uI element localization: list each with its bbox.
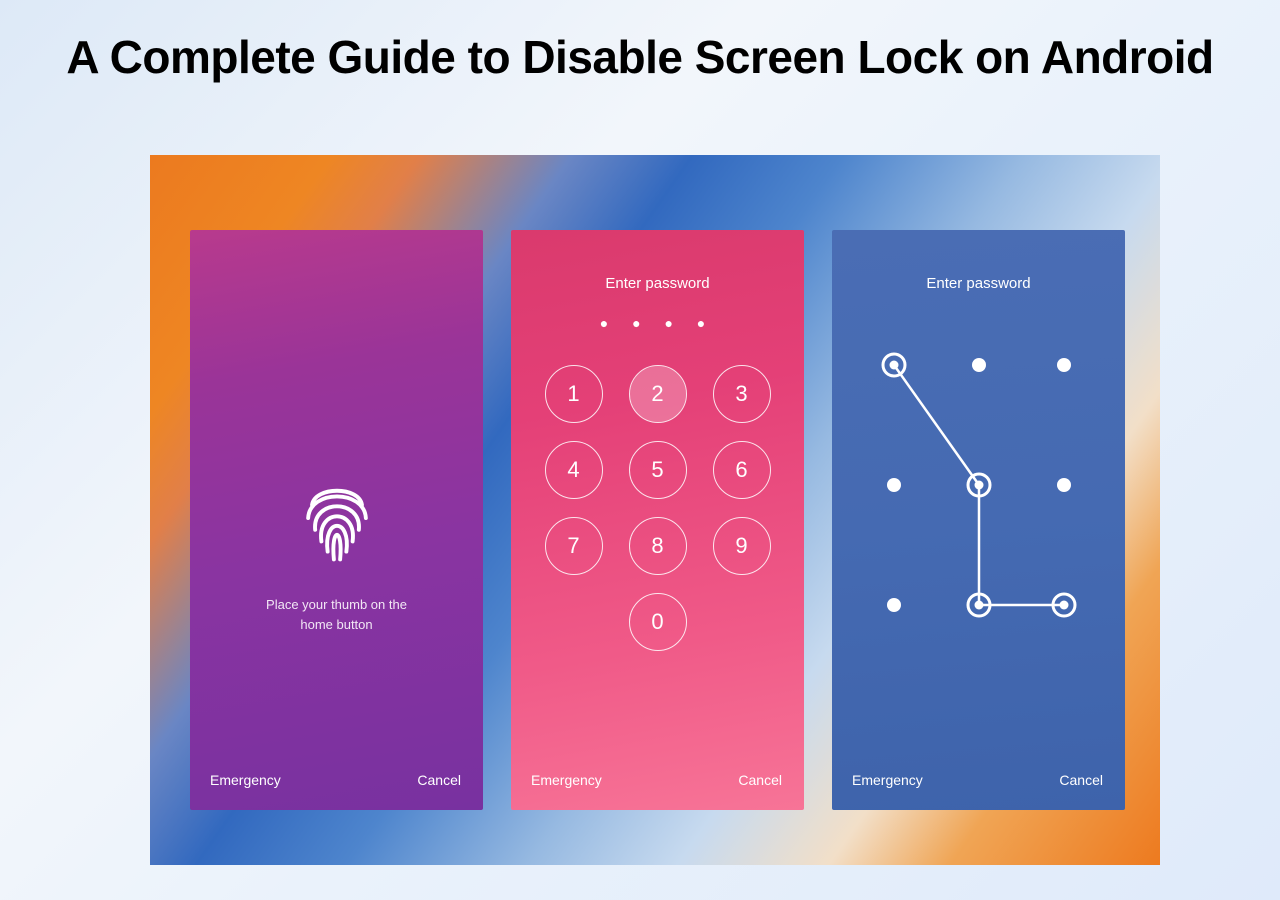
pattern-bottombar: Emergency Cancel bbox=[852, 772, 1103, 788]
lockscreen-pin: Enter password ● ● ● ● 1 2 3 4 5 6 7 8 9… bbox=[511, 230, 804, 810]
hero-image: Place your thumb on the home button Emer… bbox=[150, 155, 1160, 865]
emergency-button[interactable]: Emergency bbox=[852, 772, 923, 788]
fingerprint-icon bbox=[298, 475, 376, 565]
keypad-4[interactable]: 4 bbox=[545, 441, 603, 499]
pin-prompt: Enter password bbox=[511, 275, 804, 292]
node-5 bbox=[1057, 478, 1071, 492]
fingerprint-hint: Place your thumb on the home button bbox=[190, 595, 483, 634]
emergency-button[interactable]: Emergency bbox=[210, 772, 281, 788]
page-title: A Complete Guide to Disable Screen Lock … bbox=[0, 30, 1280, 84]
keypad-6[interactable]: 6 bbox=[713, 441, 771, 499]
cancel-button[interactable]: Cancel bbox=[417, 772, 461, 788]
keypad-1[interactable]: 1 bbox=[545, 365, 603, 423]
node-0-inner bbox=[889, 361, 898, 370]
keypad-3[interactable]: 3 bbox=[713, 365, 771, 423]
emergency-button[interactable]: Emergency bbox=[531, 772, 602, 788]
page: A Complete Guide to Disable Screen Lock … bbox=[0, 0, 1280, 900]
lockscreen-pattern: Enter password bbox=[832, 230, 1125, 810]
keypad-7[interactable]: 7 bbox=[545, 517, 603, 575]
node-1 bbox=[972, 358, 986, 372]
hint-line-2: home button bbox=[300, 617, 372, 632]
node-2 bbox=[1057, 358, 1071, 372]
keypad-0[interactable]: 0 bbox=[629, 593, 687, 651]
lock-screens-row: Place your thumb on the home button Emer… bbox=[190, 230, 1125, 810]
hint-line-1: Place your thumb on the bbox=[266, 597, 407, 612]
cancel-button[interactable]: Cancel bbox=[738, 772, 782, 788]
pattern-prompt: Enter password bbox=[832, 275, 1125, 292]
pin-bottombar: Emergency Cancel bbox=[531, 772, 782, 788]
pin-entered-dots: ● ● ● ● bbox=[511, 315, 804, 331]
lockscreen-fingerprint: Place your thumb on the home button Emer… bbox=[190, 230, 483, 810]
node-3 bbox=[887, 478, 901, 492]
keypad-8[interactable]: 8 bbox=[629, 517, 687, 575]
pattern-grid[interactable] bbox=[864, 335, 1094, 635]
keypad-2[interactable]: 2 bbox=[629, 365, 687, 423]
keypad-9[interactable]: 9 bbox=[713, 517, 771, 575]
pin-keypad: 1 2 3 4 5 6 7 8 9 0 bbox=[511, 365, 804, 651]
node-8-inner bbox=[1059, 601, 1068, 610]
cancel-button[interactable]: Cancel bbox=[1059, 772, 1103, 788]
node-7-inner bbox=[974, 601, 983, 610]
node-4-inner bbox=[974, 481, 983, 490]
node-6 bbox=[887, 598, 901, 612]
fingerprint-bottombar: Emergency Cancel bbox=[210, 772, 461, 788]
keypad-5[interactable]: 5 bbox=[629, 441, 687, 499]
